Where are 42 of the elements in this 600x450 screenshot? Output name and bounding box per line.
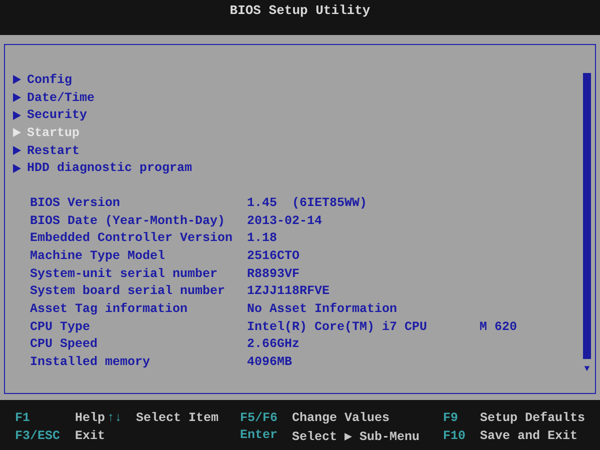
menu-item[interactable]: HDD diagnostic program [13,159,582,178]
info-value: 1.18 [247,231,278,246]
menu-item[interactable]: Restart [13,142,582,160]
key-hint: Enter [240,428,279,444]
key-hint: F10 [443,429,467,443]
key-hint: ↑↓ [107,411,122,425]
info-value: 1ZJJ118RFVE [247,284,331,298]
key-action: Setup Defaults [480,411,586,425]
scroll-down-arrow[interactable]: ▼ [584,364,590,374]
info-label: Machine Type Model [30,249,166,264]
key-action: Exit [75,429,106,443]
info-label: System-unit serial number [30,266,219,281]
key-hint: F5/F6 [240,411,279,425]
key-action: Save and Exit [480,429,578,443]
info-label: BIOS Date (Year-Month-Day) [30,214,226,228]
menu-item[interactable]: Date/Time [13,88,582,106]
info-label: Installed memory [30,355,152,370]
key-hint: F9 [443,411,460,425]
key-hint: F1 [15,411,32,425]
menu-item[interactable]: Config [13,71,582,89]
info-value: 2516CTO [247,249,301,264]
info-label: System board serial number [30,284,226,298]
info-value: Intel(R) Core(TM) i7 CPU M 620 [247,320,518,334]
key-action: Select Item [136,411,219,425]
scroll-thumb[interactable] [583,73,591,359]
info-value: No Asset Information [247,302,398,316]
info-value: 4096MB [247,355,294,370]
key-hint: F3/ESC [15,429,62,443]
menu-item[interactable]: Security [13,106,582,124]
window-title: BIOS Setup Utility [230,2,370,20]
info-label: CPU Speed [30,337,99,352]
info-value: 2013-02-14 [247,214,324,228]
key-action: Help [75,411,106,425]
info-value: 2.66GHz [247,337,301,352]
info-label: Asset Tag information [30,302,189,316]
key-action: Change Values [292,411,390,425]
info-value: 1.45 (6IET85WW) [247,196,368,210]
info-label: BIOS Version [30,196,122,210]
info-label: CPU Type [30,320,92,334]
info-value: R8893VF [247,266,301,281]
info-label: Embedded Controller Version [30,231,234,246]
key-action: Select ▶ Sub-Menu [292,429,420,444]
